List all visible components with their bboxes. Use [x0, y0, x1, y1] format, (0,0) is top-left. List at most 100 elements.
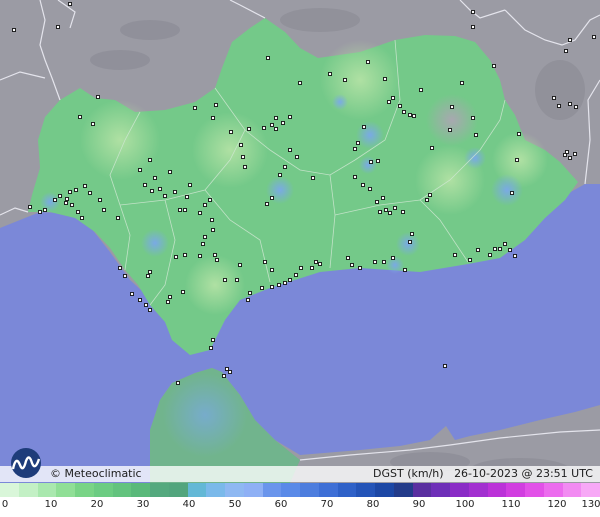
station-marker	[592, 35, 596, 39]
light-spot	[185, 255, 245, 315]
scale-tick-label: 20	[90, 499, 104, 510]
scale-swatch	[187, 483, 207, 497]
station-marker	[68, 190, 72, 194]
station-marker	[102, 208, 106, 212]
gray-spot	[426, 94, 478, 146]
station-marker	[248, 291, 252, 295]
scale-tick-label: 50	[228, 499, 242, 510]
scale-swatch	[243, 483, 263, 497]
scale-swatch	[375, 483, 394, 497]
station-marker	[168, 170, 172, 174]
station-marker	[260, 286, 264, 290]
station-marker	[211, 338, 215, 342]
station-marker	[214, 103, 218, 107]
station-marker	[153, 176, 157, 180]
station-marker	[270, 285, 274, 289]
station-marker	[70, 203, 74, 207]
scale-swatch	[112, 483, 132, 497]
light-spot	[80, 100, 160, 180]
station-marker	[263, 260, 267, 264]
station-marker	[166, 300, 170, 304]
station-marker	[222, 374, 226, 378]
station-marker	[492, 64, 496, 68]
station-marker	[215, 258, 219, 262]
station-marker	[391, 256, 395, 260]
station-marker	[138, 168, 142, 172]
station-marker	[362, 125, 366, 129]
station-marker	[201, 242, 205, 246]
scale-swatch	[318, 483, 338, 497]
station-marker	[123, 274, 127, 278]
station-marker	[183, 253, 187, 257]
scale-bar	[0, 483, 600, 497]
station-marker	[223, 278, 227, 282]
station-marker	[356, 141, 360, 145]
scale-tick-label: 90	[412, 499, 426, 510]
station-marker	[174, 255, 178, 259]
station-marker	[378, 210, 382, 214]
station-marker	[408, 113, 412, 117]
station-marker	[574, 105, 578, 109]
station-marker	[241, 155, 245, 159]
station-marker	[515, 158, 519, 162]
scale-tick-label: 110	[501, 499, 521, 510]
station-marker	[270, 123, 274, 127]
station-marker	[488, 253, 492, 257]
station-marker	[96, 95, 100, 99]
scale-swatch	[412, 483, 432, 497]
station-marker	[382, 260, 386, 264]
station-marker	[498, 247, 502, 251]
station-marker	[198, 254, 202, 258]
station-marker	[288, 115, 292, 119]
blue-spot	[396, 232, 420, 256]
station-marker	[517, 132, 521, 136]
station-marker	[373, 260, 377, 264]
station-marker	[281, 121, 285, 125]
station-marker	[277, 283, 281, 287]
station-marker	[150, 189, 154, 193]
station-marker	[74, 188, 78, 192]
station-marker	[198, 211, 202, 215]
blue-spot	[464, 147, 486, 169]
station-marker	[503, 242, 507, 246]
station-marker	[299, 266, 303, 270]
station-marker	[211, 228, 215, 232]
station-marker	[474, 133, 478, 137]
station-marker	[183, 208, 187, 212]
station-marker	[228, 370, 232, 374]
station-marker	[510, 191, 514, 195]
station-marker	[493, 247, 497, 251]
station-marker	[384, 208, 388, 212]
meteoclimatic-logo	[11, 448, 41, 478]
station-marker	[552, 96, 556, 100]
station-marker	[235, 278, 239, 282]
scale-tick-label: 10	[44, 499, 58, 510]
scale-swatch	[300, 483, 319, 497]
station-marker	[353, 175, 357, 179]
station-marker	[412, 114, 416, 118]
station-marker	[366, 60, 370, 64]
station-marker	[148, 158, 152, 162]
station-marker	[398, 104, 402, 108]
station-marker	[68, 2, 72, 6]
map-info: DGST (km/h) 26-10-2023 @ 23:51 UTC	[373, 466, 593, 482]
blue-spot	[141, 229, 169, 257]
station-marker	[350, 263, 354, 267]
station-marker	[225, 367, 229, 371]
station-marker	[28, 205, 32, 209]
station-marker	[328, 72, 332, 76]
scale-swatch	[168, 483, 188, 497]
station-marker	[564, 49, 568, 53]
station-marker	[468, 258, 472, 262]
blue-spot	[40, 192, 60, 212]
station-marker	[283, 165, 287, 169]
station-marker	[388, 211, 392, 215]
station-marker	[270, 196, 274, 200]
station-marker	[247, 127, 251, 131]
scale-tick-label: 0	[1, 499, 9, 510]
station-marker	[288, 148, 292, 152]
blue-spot	[359, 156, 377, 174]
station-marker	[346, 256, 350, 260]
station-marker	[369, 160, 373, 164]
station-marker	[358, 266, 362, 270]
